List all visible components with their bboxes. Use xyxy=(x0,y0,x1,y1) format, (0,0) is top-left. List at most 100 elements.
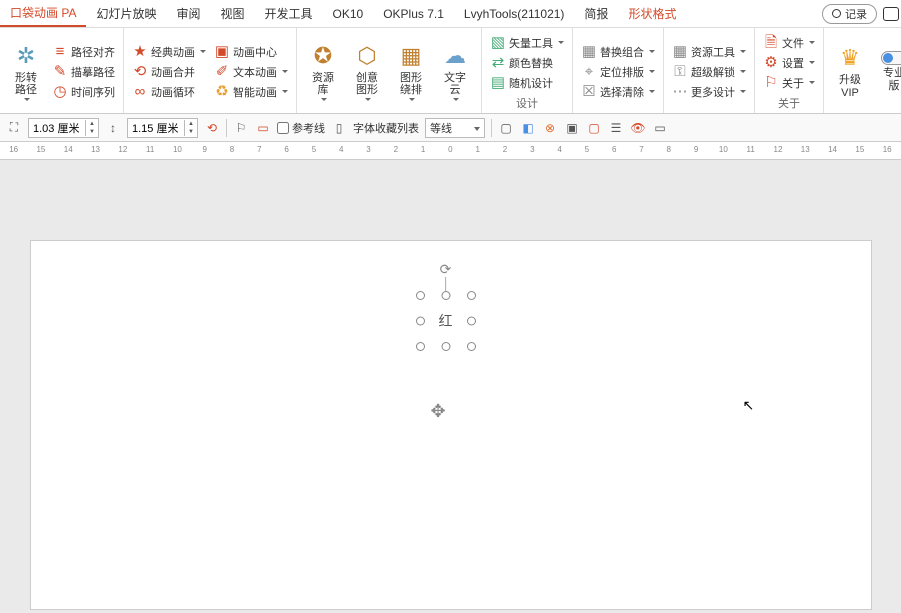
resource-lib-button[interactable]: ✪资源库 xyxy=(303,32,343,111)
smart-anim-button[interactable]: ♻智能动画 xyxy=(212,83,290,101)
tool-1-icon[interactable]: ▢ xyxy=(498,120,514,136)
tool-2-icon[interactable]: ◧ xyxy=(520,120,536,136)
tab-slideshow[interactable]: 幻灯片放映 xyxy=(86,1,166,26)
record-button[interactable]: 记录 xyxy=(822,4,877,24)
guide-checkbox[interactable]: 参考线 xyxy=(277,120,325,136)
group-tools: ▦资源工具 ⚿超级解锁 ⋯更多设计 xyxy=(664,28,755,113)
star-icon: ★ xyxy=(132,44,148,60)
toggle-icon xyxy=(881,51,901,65)
height-field[interactable] xyxy=(128,122,184,134)
font-select[interactable]: 等线 xyxy=(425,118,485,138)
group-path: ✲ 形转路径 ≡路径对齐 ✎描摹路径 ◷时间序列 xyxy=(0,28,124,113)
replace-combo-button[interactable]: ▦替换组合 xyxy=(579,43,657,61)
random-design-button[interactable]: ▤随机设计 xyxy=(488,74,566,92)
handle-tr[interactable] xyxy=(467,291,476,300)
canvas-area[interactable]: ⟳ 红 ✥ ↖ xyxy=(0,160,901,613)
about-button[interactable]: ⚐关于 xyxy=(761,74,817,92)
tab-devtools[interactable]: 开发工具 xyxy=(255,1,323,26)
handle-bl[interactable] xyxy=(416,342,425,351)
creative-shape-button[interactable]: ⬡创意图形 xyxy=(347,32,387,111)
height-down[interactable]: ▼ xyxy=(185,128,197,136)
flag-icon: ⚐ xyxy=(763,75,779,91)
resource-tool-button[interactable]: ▦资源工具 xyxy=(670,43,748,61)
reset-icon[interactable]: ⟲ xyxy=(204,120,220,136)
slide[interactable]: ⟳ 红 ✥ ↖ xyxy=(30,240,872,610)
handle-bm[interactable] xyxy=(441,342,450,351)
tab-view[interactable]: 视图 xyxy=(210,1,254,26)
width-input[interactable]: ▲▼ xyxy=(28,118,99,138)
tab-review[interactable]: 审阅 xyxy=(166,1,210,26)
tool-7-icon[interactable]: ▭ xyxy=(652,120,668,136)
bulb-icon: ♻ xyxy=(214,84,230,100)
eye-icon[interactable]: 👁 xyxy=(630,120,646,136)
time-sequence-button[interactable]: ◷时间序列 xyxy=(50,83,117,101)
settings-button[interactable]: ⚙设置 xyxy=(761,54,817,72)
tab-pocket-anim[interactable]: 口袋动画 PA xyxy=(0,0,86,27)
width-up[interactable]: ▲ xyxy=(86,120,98,128)
pro-toggle[interactable]: 专业版 xyxy=(874,32,901,111)
width-down[interactable]: ▼ xyxy=(86,128,98,136)
select-clear-button[interactable]: ☒选择清除 xyxy=(579,83,657,101)
cloud-icon: ☁ xyxy=(441,42,469,70)
path-align-button[interactable]: ≡路径对齐 xyxy=(50,43,117,61)
handle-mr[interactable] xyxy=(467,317,476,326)
font-list-label: 字体收藏列表 xyxy=(353,120,419,136)
tab-lvyhtools[interactable]: LvyhTools(211021) xyxy=(454,3,575,25)
tool-4-icon[interactable]: ▣ xyxy=(564,120,580,136)
height-input[interactable]: ▲▼ xyxy=(127,118,198,138)
handle-br[interactable] xyxy=(467,342,476,351)
more-design-button[interactable]: ⋯更多设计 xyxy=(670,83,748,101)
tab-okplus[interactable]: OKPlus 7.1 xyxy=(373,3,454,25)
tab-ok10[interactable]: OK10 xyxy=(323,3,374,25)
group-about: 🗎文件 ⚙设置 ⚐关于 关于 xyxy=(755,28,824,113)
tool-3-icon[interactable]: ⊗ xyxy=(542,120,558,136)
center-icon: ▣ xyxy=(214,44,230,60)
tab-brief[interactable]: 简报 xyxy=(574,1,618,26)
merge-icon: ⟲ xyxy=(132,64,148,80)
more-icon: ⋯ xyxy=(672,84,688,100)
locate-layout-button[interactable]: ⌖定位排版 xyxy=(579,63,657,81)
loop-anim-button[interactable]: ∞动画循环 xyxy=(130,83,208,101)
tab-bar: 口袋动画 PA 幻灯片放映 审阅 视图 开发工具 OK10 OKPlus 7.1… xyxy=(0,0,901,28)
wordcloud-button[interactable]: ☁文字云 xyxy=(435,32,475,111)
tool-5-icon[interactable]: ▢ xyxy=(586,120,602,136)
super-unlock-button[interactable]: ⚿超级解锁 xyxy=(670,63,748,81)
vector-tool-button[interactable]: ▧矢量工具 xyxy=(488,34,566,52)
merge-anim-button[interactable]: ⟲动画合并 xyxy=(130,63,208,81)
shape-to-path-button[interactable]: ✲ 形转路径 xyxy=(6,32,46,111)
rotate-handle-icon[interactable]: ⟳ xyxy=(440,261,452,278)
height-up[interactable]: ▲ xyxy=(185,120,197,128)
selected-shape[interactable]: ⟳ 红 xyxy=(426,301,466,341)
file-button[interactable]: 🗎文件 xyxy=(761,34,817,52)
selected-text: 红 xyxy=(426,301,466,341)
group-design: ▧矢量工具 ⇄颜色替换 ▤随机设计 设计 xyxy=(482,28,573,113)
handle-tl[interactable] xyxy=(416,291,425,300)
classic-anim-button[interactable]: ★经典动画 xyxy=(130,43,208,61)
tool-6-icon[interactable]: ☰ xyxy=(608,120,624,136)
upgrade-vip-button[interactable]: ♛ 升级VIP xyxy=(830,32,870,111)
comment-icon[interactable] xyxy=(883,7,899,21)
align-icon: ≡ xyxy=(52,44,68,60)
distribute-icon[interactable]: ▭ xyxy=(255,120,271,136)
guide-check[interactable] xyxy=(277,122,289,134)
color-replace-button[interactable]: ⇄颜色替换 xyxy=(488,54,566,72)
trace-icon: ✎ xyxy=(52,64,68,80)
lock-aspect-icon[interactable]: ↕ xyxy=(105,120,121,136)
shape-wrap-button[interactable]: ▦图形绕排 xyxy=(391,32,431,111)
group-arrange: ▦替换组合 ⌖定位排版 ☒选择清除 xyxy=(573,28,664,113)
handle-tm[interactable] xyxy=(441,291,450,300)
crown-icon: ♛ xyxy=(836,44,864,72)
width-field[interactable] xyxy=(29,122,85,134)
tab-shape-format[interactable]: 形状格式 xyxy=(618,1,686,26)
group-about-label: 关于 xyxy=(761,93,817,111)
crop-icon[interactable]: ⛶ xyxy=(6,120,22,136)
list-icon[interactable]: ▯ xyxy=(331,120,347,136)
ribbon: ✲ 形转路径 ≡路径对齐 ✎描摹路径 ◷时间序列 ★经典动画 ⟲动画合并 ∞动画… xyxy=(0,28,901,114)
anim-center-button[interactable]: ▣动画中心 xyxy=(212,43,290,61)
target-icon: ⌖ xyxy=(581,64,597,80)
text-anim-button[interactable]: ✐文本动画 xyxy=(212,63,290,81)
clock-icon: ◷ xyxy=(52,84,68,100)
align-flag-icon[interactable]: ⚐ xyxy=(233,120,249,136)
handle-ml[interactable] xyxy=(416,317,425,326)
trace-path-button[interactable]: ✎描摹路径 xyxy=(50,63,117,81)
